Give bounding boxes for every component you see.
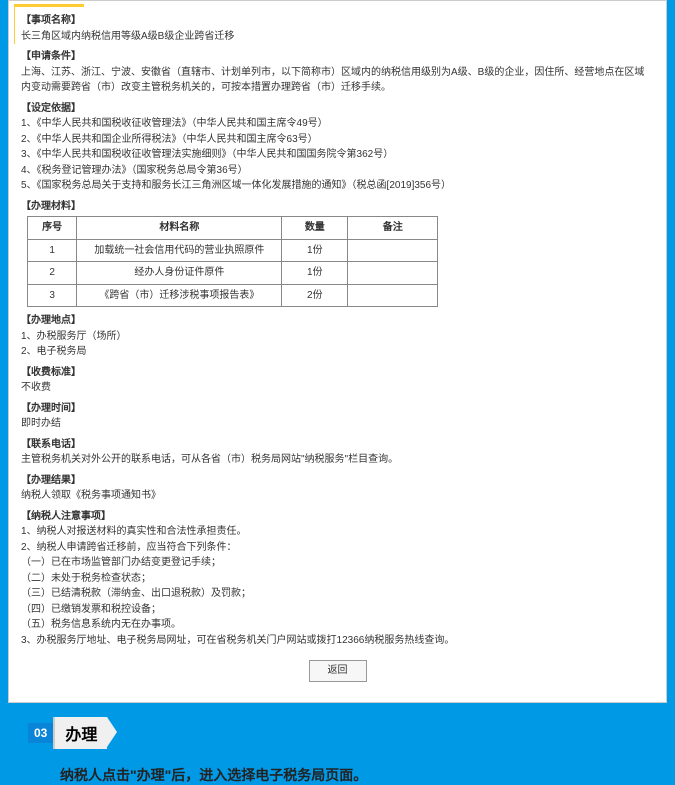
time-section: 【办理时间】 即时办结 bbox=[21, 401, 654, 432]
result-label: 【办理结果】 bbox=[21, 473, 654, 489]
cell-note bbox=[348, 284, 438, 307]
basis-item-5: 5、《国家税务总局关于支持和服务长江三角洲区域一体化发展措施的通知》（税总函[2… bbox=[21, 178, 654, 194]
cell-qty: 2份 bbox=[282, 284, 348, 307]
conditions-text: 上海、江苏、浙江、宁波、安徽省（直辖市、计划单列市，以下简称市）区域内的纳税信用… bbox=[21, 65, 654, 96]
fee-section: 【收费标准】 不收费 bbox=[21, 365, 654, 396]
notes-line: 3、办税服务厅地址、电子税务局网址，可在省税务机关门户网站或拨打12366纳税服… bbox=[21, 633, 654, 649]
fee-text: 不收费 bbox=[21, 380, 654, 396]
document-content: 【事项名称】 长三角区域内纳税信用等级A级B级企业跨省迁移 【申请条件】 上海、… bbox=[15, 7, 660, 696]
cell-seq: 2 bbox=[28, 262, 77, 285]
phone-section: 【联系电话】 主管税务机关对外公开的联系电话，可从各省（市）税务局网站"纳税服务… bbox=[21, 437, 654, 468]
table-header-row: 序号 材料名称 数量 备注 bbox=[28, 217, 438, 240]
conditions-label: 【申请条件】 bbox=[21, 49, 654, 65]
basis-item-1: 1、《中华人民共和国税收征收管理法》（中华人民共和国主席令49号） bbox=[21, 116, 654, 132]
th-qty: 数量 bbox=[282, 217, 348, 240]
notes-line: （一）已在市场监管部门办结变更登记手续； bbox=[21, 555, 654, 571]
th-seq: 序号 bbox=[28, 217, 77, 240]
fee-label: 【收费标准】 bbox=[21, 365, 654, 381]
step-title: 办理 bbox=[53, 717, 107, 749]
notes-line: （五）税务信息系统内无在办事项。 bbox=[21, 617, 654, 633]
step-number-badge: 03 bbox=[28, 723, 53, 743]
cell-qty: 1份 bbox=[282, 239, 348, 262]
th-note: 备注 bbox=[348, 217, 438, 240]
item-name-section: 【事项名称】 长三角区域内纳税信用等级A级B级企业跨省迁移 bbox=[21, 13, 654, 44]
notes-line: 2、纳税人申请跨省迁移前，应当符合下列条件： bbox=[21, 540, 654, 556]
basis-item-4: 4、《税务登记管理办法》（国家税务总局令第36号） bbox=[21, 163, 654, 179]
result-section: 【办理结果】 纳税人领取《税务事项通知书》 bbox=[21, 473, 654, 504]
phone-label: 【联系电话】 bbox=[21, 437, 654, 453]
document-panel: 【事项名称】 长三角区域内纳税信用等级A级B级企业跨省迁移 【申请条件】 上海、… bbox=[8, 0, 667, 703]
location-line-1: 1、办税服务厅（场所） bbox=[21, 329, 654, 345]
notes-line: （二）未处于税务检查状态； bbox=[21, 571, 654, 587]
notes-line: （三）已结清税款（滞纳金、出口退税款）及罚款； bbox=[21, 586, 654, 602]
basis-section: 【设定依据】 1、《中华人民共和国税收征收管理法》（中华人民共和国主席令49号）… bbox=[21, 101, 654, 194]
cell-name: 加载统一社会信用代码的营业执照原件 bbox=[77, 239, 282, 262]
button-row: 返回 bbox=[21, 660, 654, 682]
materials-section: 【办理材料】 序号 材料名称 数量 备注 1 加载统一社会信用代码的营业执照原件… bbox=[21, 199, 654, 308]
location-section: 【办理地点】 1、办税服务厅（场所） 2、电子税务局 bbox=[21, 313, 654, 360]
conditions-section: 【申请条件】 上海、江苏、浙江、宁波、安徽省（直辖市、计划单列市，以下简称市）区… bbox=[21, 49, 654, 96]
cell-note bbox=[348, 239, 438, 262]
table-row: 3 《跨省（市）迁移涉税事项报告表》 2份 bbox=[28, 284, 438, 307]
time-text: 即时办结 bbox=[21, 416, 654, 432]
location-line-2: 2、电子税务局 bbox=[21, 344, 654, 360]
cell-name: 《跨省（市）迁移涉税事项报告表》 bbox=[77, 284, 282, 307]
cell-note bbox=[348, 262, 438, 285]
notes-line: （四）已缴销发票和税控设备； bbox=[21, 602, 654, 618]
phone-text: 主管税务机关对外公开的联系电话，可从各省（市）税务局网站"纳税服务"栏目查询。 bbox=[21, 452, 654, 468]
step-header: 03 办理 bbox=[28, 717, 675, 749]
location-label: 【办理地点】 bbox=[21, 313, 654, 329]
basis-label: 【设定依据】 bbox=[21, 101, 654, 117]
basis-item-2: 2、《中华人民共和国企业所得税法》（中华人民共和国主席令63号） bbox=[21, 132, 654, 148]
back-button[interactable]: 返回 bbox=[309, 660, 367, 682]
item-name-text: 长三角区域内纳税信用等级A级B级企业跨省迁移 bbox=[21, 29, 654, 45]
time-label: 【办理时间】 bbox=[21, 401, 654, 417]
table-row: 1 加载统一社会信用代码的营业执照原件 1份 bbox=[28, 239, 438, 262]
table-row: 2 经办人身份证件原件 1份 bbox=[28, 262, 438, 285]
cell-qty: 1份 bbox=[282, 262, 348, 285]
notes-line: 1、纳税人对报送材料的真实性和合法性承担责任。 bbox=[21, 524, 654, 540]
materials-label: 【办理材料】 bbox=[21, 199, 654, 215]
materials-table: 序号 材料名称 数量 备注 1 加载统一社会信用代码的营业执照原件 1份 2 经… bbox=[27, 216, 438, 307]
notes-label: 【纳税人注意事项】 bbox=[21, 509, 654, 525]
cell-seq: 1 bbox=[28, 239, 77, 262]
cell-name: 经办人身份证件原件 bbox=[77, 262, 282, 285]
basis-item-3: 3、《中华人民共和国税收征收管理法实施细则》（中华人民共和国国务院令第362号） bbox=[21, 147, 654, 163]
cell-seq: 3 bbox=[28, 284, 77, 307]
step-description: 纳税人点击"办理"后，进入选择电子税务局页面。 bbox=[60, 765, 675, 785]
th-name: 材料名称 bbox=[77, 217, 282, 240]
notes-section: 【纳税人注意事项】 1、纳税人对报送材料的真实性和合法性承担责任。 2、纳税人申… bbox=[21, 509, 654, 649]
item-name-label: 【事项名称】 bbox=[21, 13, 654, 29]
result-text: 纳税人领取《税务事项通知书》 bbox=[21, 488, 654, 504]
